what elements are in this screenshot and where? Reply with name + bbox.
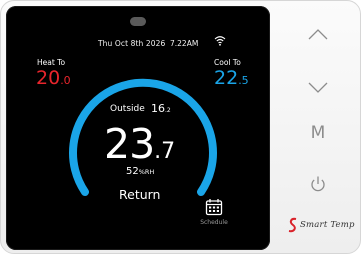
outside-temp-whole: 16 bbox=[151, 102, 165, 115]
display-screen: Thu Oct 8th 2026 7.22AM Heat To 20.0 Coo… bbox=[6, 6, 270, 250]
humidity-unit: %RH bbox=[138, 168, 155, 176]
thermostat-device: Thu Oct 8th 2026 7.22AM Heat To 20.0 Coo… bbox=[0, 0, 361, 254]
outside-temp-decimal: .2 bbox=[165, 107, 171, 114]
heat-to-label: Heat To bbox=[37, 58, 66, 67]
outside-label: Outside bbox=[110, 104, 145, 114]
humidity-value: 52 bbox=[126, 166, 139, 177]
smart-temp-logo bbox=[288, 217, 297, 233]
mode-label: Return bbox=[119, 187, 161, 202]
schedule-label: Schedule bbox=[200, 219, 228, 226]
cool-to-label: Cool To bbox=[214, 58, 241, 67]
down-arrow-icon bbox=[308, 82, 328, 93]
indoor-temp-whole: 23 bbox=[104, 120, 155, 168]
status-time: 7.22AM bbox=[170, 39, 199, 48]
power-button[interactable] bbox=[300, 169, 336, 199]
status-date: Thu Oct 8th 2026 bbox=[98, 39, 166, 48]
calendar-icon bbox=[205, 199, 223, 216]
wifi-icon bbox=[214, 36, 226, 46]
down-button[interactable] bbox=[300, 73, 336, 103]
up-button[interactable] bbox=[300, 19, 336, 49]
mode-button[interactable]: M bbox=[300, 118, 336, 148]
brand-name: Smart Temp bbox=[300, 220, 355, 230]
control-panel: M Smart Temp bbox=[274, 1, 361, 254]
power-icon bbox=[311, 176, 325, 192]
cool-setpoint-decimal: .5 bbox=[238, 74, 249, 87]
light-sensor bbox=[130, 17, 146, 26]
humidity-readout: 52%RH bbox=[126, 166, 154, 177]
mode-button-label: M bbox=[310, 123, 326, 143]
schedule-button[interactable]: Schedule bbox=[199, 198, 229, 238]
outside-temperature: 16.2 bbox=[151, 102, 171, 115]
indoor-temp-decimal: .7 bbox=[154, 139, 176, 164]
heat-setpoint-whole: 20 bbox=[36, 67, 61, 89]
brand-logo: Smart Temp bbox=[288, 215, 355, 235]
up-arrow-icon bbox=[308, 29, 328, 40]
